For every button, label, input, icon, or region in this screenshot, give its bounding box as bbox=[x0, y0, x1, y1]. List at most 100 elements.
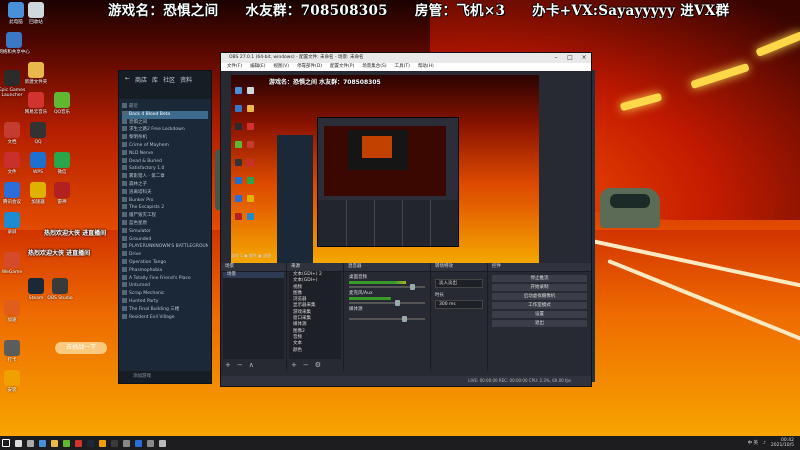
obs-preview-canvas[interactable]: 游戏名：恐惧之间 水友群：708508305 bbox=[231, 75, 539, 273]
close-icon[interactable]: × bbox=[577, 53, 591, 63]
steam-game-item[interactable]: NLD Nerve bbox=[122, 150, 208, 158]
menu-edit[interactable]: 编辑(E) bbox=[250, 63, 265, 71]
control-button[interactable]: 退出 bbox=[492, 320, 587, 327]
edge-icon[interactable] bbox=[36, 436, 48, 450]
windows-start-icon[interactable] bbox=[0, 436, 12, 450]
steam-game-item[interactable]: Back 4 Blood Beta bbox=[122, 110, 208, 119]
control-button[interactable]: 停止推流 bbox=[492, 275, 587, 282]
control-button[interactable]: 设置 bbox=[492, 311, 587, 318]
app-icon[interactable] bbox=[96, 436, 108, 450]
task-view-icon[interactable] bbox=[24, 436, 36, 450]
app-icon bbox=[4, 300, 20, 316]
volume-slider[interactable] bbox=[349, 300, 425, 306]
steam-game-item[interactable]: Operation Tango bbox=[122, 259, 208, 267]
steam-nav-community[interactable]: 社区 bbox=[163, 75, 175, 84]
steam-game-item[interactable]: Bunker Pro bbox=[122, 197, 208, 205]
desktop-icon[interactable]: 打卡 bbox=[0, 340, 32, 363]
desktop-icon[interactable]: QQ音乐 bbox=[42, 92, 82, 115]
up-icon[interactable]: ∧ bbox=[249, 361, 254, 369]
app-icon[interactable] bbox=[132, 436, 144, 450]
desktop-icon[interactable]: 雷神 bbox=[42, 182, 82, 205]
steam-game-item[interactable]: Crime of Mayhem bbox=[122, 142, 208, 150]
steam-nav-store[interactable]: 商店 bbox=[135, 75, 147, 84]
transition-select[interactable]: 淡入淡出 bbox=[435, 279, 483, 288]
menu-profile[interactable]: 配置文件(P) bbox=[330, 63, 354, 71]
menu-view[interactable]: 视图(V) bbox=[273, 63, 289, 71]
gear-icon[interactable]: ⚙ bbox=[315, 361, 321, 369]
steam-icon[interactable] bbox=[84, 436, 96, 450]
search-icon[interactable] bbox=[12, 436, 24, 450]
steam-game-item[interactable]: 森林之子 bbox=[122, 181, 208, 189]
desktop-icon[interactable]: QQ bbox=[18, 122, 58, 145]
app-icon[interactable] bbox=[120, 436, 132, 450]
steam-game-item[interactable]: 雾影猎人 · 第二章 bbox=[122, 173, 208, 181]
obs-icon[interactable] bbox=[108, 436, 120, 450]
volume-slider[interactable] bbox=[349, 284, 425, 290]
steam-game-item[interactable]: A Totally Fine Friend's Place bbox=[122, 275, 208, 283]
app-icon[interactable] bbox=[156, 436, 168, 450]
maximize-icon[interactable]: □ bbox=[563, 53, 577, 63]
add-icon[interactable]: + bbox=[225, 361, 231, 369]
steam-game-item[interactable]: Unturned bbox=[122, 282, 208, 290]
source-toolbar-text[interactable]: 游戏 1 ● 属性 ● 滤镜 bbox=[231, 253, 271, 258]
taskbar-clock[interactable]: 00:42 2021/10/5 bbox=[771, 438, 794, 448]
steam-game-item[interactable]: PLAYERUNKNOWN'S BATTLEGROUNDS bbox=[122, 243, 208, 251]
steam-game-item[interactable]: 逃离塔科夫 bbox=[122, 189, 208, 197]
source-item[interactable]: 颜色 bbox=[289, 348, 341, 354]
volume-slider[interactable] bbox=[349, 316, 425, 322]
desktop-icon-label: 录屏 bbox=[7, 230, 17, 235]
volume-slider-handle[interactable] bbox=[394, 300, 400, 306]
steam-game-item[interactable]: 僵尸毁灭工程 bbox=[122, 212, 208, 220]
back-arrow-icon[interactable]: ← bbox=[125, 75, 130, 84]
desktop-icon[interactable]: 安装 bbox=[0, 370, 32, 393]
tray-ime[interactable]: 中 英 bbox=[748, 440, 758, 446]
volume-slider-handle[interactable] bbox=[402, 316, 408, 322]
menu-docks[interactable]: 停靠部件(D) bbox=[297, 63, 322, 71]
steam-game-item[interactable]: Dead & Buried bbox=[122, 158, 208, 166]
desktop-icon[interactable]: 录屏 bbox=[0, 212, 32, 235]
menu-scene-collection[interactable]: 场景集合(S) bbox=[362, 63, 386, 71]
folder-icon[interactable] bbox=[48, 436, 60, 450]
volume-slider-handle[interactable] bbox=[409, 284, 415, 290]
steam-game-item[interactable]: 蓝色星原 bbox=[122, 220, 208, 228]
control-button[interactable]: 启动虚拟摄像机 bbox=[492, 293, 587, 300]
remove-icon[interactable]: − bbox=[237, 361, 243, 369]
mixer-channel: 媒体源 bbox=[349, 306, 425, 322]
desktop-icon[interactable]: 加速 bbox=[0, 300, 32, 323]
steam-game-item[interactable]: Satisfactory 1.0 bbox=[122, 165, 208, 173]
steam-add-game[interactable]: 添加游戏 bbox=[119, 371, 211, 383]
volume-icon[interactable]: ♪ bbox=[763, 441, 766, 446]
desktop-icon[interactable]: 回收站 bbox=[16, 2, 56, 25]
minimize-icon[interactable]: – bbox=[549, 53, 563, 63]
steam-game-item[interactable]: Hunted Party bbox=[122, 298, 208, 306]
steam-game-item[interactable]: 求生之路2 Free Lockdown bbox=[122, 126, 208, 134]
steam-nav-library[interactable]: 库 bbox=[152, 75, 158, 84]
transition-duration-input[interactable]: 300 ms bbox=[435, 300, 483, 309]
steam-game-item[interactable]: 恐惧之间 bbox=[122, 119, 208, 127]
steam-game-item[interactable]: Grounded bbox=[122, 236, 208, 244]
steam-game-item[interactable]: 黎明杀机 bbox=[122, 134, 208, 142]
menu-file[interactable]: 文件(F) bbox=[227, 63, 242, 71]
steam-game-item[interactable]: Phasmophobia bbox=[122, 267, 208, 275]
desktop-icon[interactable]: OBS Studio bbox=[40, 278, 80, 301]
steam-game-item[interactable]: Drive bbox=[122, 251, 208, 259]
control-button[interactable]: 开始录制 bbox=[492, 284, 587, 291]
wechat-icon[interactable] bbox=[60, 436, 72, 450]
steam-game-item[interactable]: Resident Evil Village bbox=[122, 314, 208, 322]
netease-music-icon[interactable] bbox=[72, 436, 84, 450]
steam-game-item[interactable]: Scrap Mechanic bbox=[122, 290, 208, 298]
app-icon[interactable] bbox=[144, 436, 156, 450]
steam-game-item[interactable]: The Escapists 2 bbox=[122, 204, 208, 212]
menu-help[interactable]: 帮助(H) bbox=[418, 63, 434, 71]
desktop-icon[interactable]: 网络和共享中心 bbox=[0, 32, 34, 55]
steam-game-item[interactable]: The Final Building 三楼 bbox=[122, 306, 208, 314]
steam-game-item[interactable]: Simulator bbox=[122, 228, 208, 236]
remove-icon[interactable]: − bbox=[303, 361, 309, 369]
add-icon[interactable]: + bbox=[291, 361, 297, 369]
steam-nav-profile[interactable]: 资料 bbox=[180, 75, 192, 84]
control-button[interactable]: 工作室模式 bbox=[492, 302, 587, 309]
menu-tools[interactable]: 工具(T) bbox=[395, 63, 410, 71]
app-icon bbox=[30, 122, 46, 138]
scene-item[interactable]: 场景 bbox=[223, 272, 284, 279]
desktop-icon[interactable]: 微信 bbox=[42, 152, 82, 175]
